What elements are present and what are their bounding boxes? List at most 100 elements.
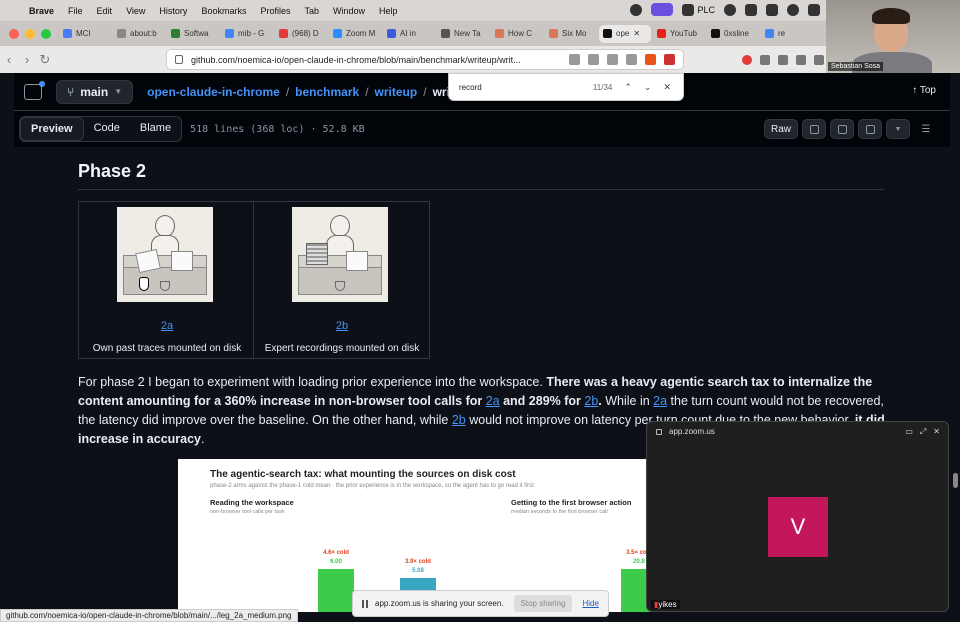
branch-name: main xyxy=(80,84,109,99)
more-options-chevron-icon[interactable]: ▼ xyxy=(886,119,910,139)
menu-edit[interactable]: Edit xyxy=(90,6,120,16)
edit-pencil-icon[interactable] xyxy=(858,119,882,139)
browser-tab[interactable]: 0xsline xyxy=(707,25,759,43)
browser-tab[interactable]: re xyxy=(761,25,813,43)
browser-tab[interactable]: about:b xyxy=(113,25,165,43)
zoom-window-button[interactable] xyxy=(41,28,51,39)
close-window-button[interactable] xyxy=(9,28,19,39)
tab-favicon-icon xyxy=(63,29,72,38)
puzzle-icon[interactable] xyxy=(778,55,788,65)
webcam-person-hair xyxy=(872,8,910,24)
menu-window[interactable]: Window xyxy=(326,6,372,16)
record-extension-icon[interactable] xyxy=(742,55,752,65)
screen-share-icon[interactable] xyxy=(651,3,674,16)
copy-icon[interactable] xyxy=(802,119,826,139)
expand-icon[interactable]: ⤢ xyxy=(920,427,926,437)
breadcrumb-repo[interactable]: open-claude-in-chrome xyxy=(147,85,280,99)
bar-value-label: 6.00 xyxy=(330,559,342,565)
browser-tab[interactable]: Softwa xyxy=(167,25,219,43)
para-link-2a[interactable]: 2a xyxy=(486,394,500,408)
reload-icon[interactable]: ↻ xyxy=(36,52,54,68)
reader-icon[interactable] xyxy=(588,54,599,65)
sidebar-icon[interactable] xyxy=(796,55,806,65)
back-arrow-icon[interactable]: ‹ xyxy=(0,52,18,67)
close-icon[interactable]: ✕ xyxy=(933,427,940,437)
url-field[interactable]: github.com/noemica-io/open-claude-in-chr… xyxy=(166,49,684,70)
illustration-expert-recordings[interactable] xyxy=(292,207,388,302)
share-icon[interactable] xyxy=(626,54,637,65)
browser-tab[interactable]: Zoom M xyxy=(329,25,381,43)
brave-rewards-icon[interactable] xyxy=(664,54,675,65)
webcam-overlay: Sebastian Sosa xyxy=(826,0,960,73)
find-previous-icon[interactable]: ⌃ xyxy=(624,82,632,93)
menu-app-name[interactable]: Brave xyxy=(22,6,61,16)
extension-icon[interactable] xyxy=(760,55,770,65)
hide-share-bar-link[interactable]: Hide xyxy=(582,599,598,608)
wifi-icon[interactable] xyxy=(787,3,799,16)
control-center-icon[interactable] xyxy=(766,3,778,16)
menu-tab[interactable]: Tab xyxy=(297,6,326,16)
breadcrumb-benchmark[interactable]: benchmark xyxy=(295,85,359,99)
desk-shield-figure xyxy=(335,281,345,291)
link-status-url: github.com/noemica-io/open-claude-in-chr… xyxy=(0,609,298,622)
dashboard-icon[interactable] xyxy=(745,3,757,16)
github-icon[interactable] xyxy=(724,3,736,16)
hand-cursor-icon xyxy=(139,277,149,291)
brave-shields-icon[interactable] xyxy=(645,54,656,65)
browser-tab[interactable]: mib - G xyxy=(221,25,273,43)
browser-tab[interactable]: (968) D xyxy=(275,25,327,43)
find-next-icon[interactable]: ⌄ xyxy=(644,82,652,93)
illustration-own-traces[interactable] xyxy=(117,207,213,302)
browser-tab[interactable]: How C xyxy=(491,25,543,43)
shield-status[interactable]: PLC xyxy=(682,3,715,16)
tab-code[interactable]: Code xyxy=(84,117,130,141)
image-link-2a[interactable]: 2a xyxy=(79,320,255,332)
tab-preview[interactable]: Preview xyxy=(20,117,84,141)
cast-icon[interactable] xyxy=(569,54,580,65)
zoom-video-window[interactable]: app.zoom.us ▭ ⤢ ✕ V ▮yikes xyxy=(646,421,949,612)
menu-view[interactable]: View xyxy=(119,6,152,16)
close-tab-icon[interactable]: ✕ xyxy=(633,29,640,38)
image-link-2b[interactable]: 2b xyxy=(254,320,430,332)
file-tree-toggle-icon[interactable] xyxy=(24,80,45,100)
menu-history[interactable]: History xyxy=(152,6,194,16)
raw-button[interactable]: Raw xyxy=(763,119,798,139)
find-input[interactable]: record xyxy=(459,83,593,92)
pause-share-icon[interactable] xyxy=(362,599,368,608)
browser-tab[interactable]: ope ✕ xyxy=(599,24,651,43)
menu-file[interactable]: File xyxy=(61,6,90,16)
paper-figure xyxy=(346,251,368,271)
record-icon[interactable] xyxy=(630,3,643,16)
page-scrollbar[interactable] xyxy=(953,473,958,488)
forward-arrow-icon[interactable]: › xyxy=(18,52,36,67)
site-info-icon[interactable] xyxy=(175,55,183,64)
video-icon[interactable]: ▭ xyxy=(905,427,913,437)
browser-tab[interactable]: New Ta xyxy=(437,25,489,43)
para-link-2a[interactable]: 2a xyxy=(653,394,667,408)
find-close-icon[interactable]: ✕ xyxy=(663,82,671,93)
zoom-icon[interactable] xyxy=(607,54,618,65)
menu-profiles[interactable]: Profiles xyxy=(253,6,297,16)
branch-selector[interactable]: ⑂ main ▼ xyxy=(56,79,134,104)
minimize-window-button[interactable] xyxy=(25,28,35,39)
tab-blame[interactable]: Blame xyxy=(130,117,181,141)
tab-favicon-icon xyxy=(603,29,612,38)
battery-icon[interactable] xyxy=(808,3,820,16)
browser-tab[interactable]: Six Mo xyxy=(545,25,597,43)
top-link[interactable]: ↑ Top xyxy=(912,85,936,96)
outline-list-icon[interactable]: ☰ xyxy=(914,119,938,139)
browser-tab[interactable]: YouTub xyxy=(653,25,705,43)
menu-help[interactable]: Help xyxy=(372,6,405,16)
para-link-2b[interactable]: 2b xyxy=(584,394,598,408)
breadcrumb-writeup[interactable]: writeup xyxy=(375,85,418,99)
browser-tab[interactable]: MCI xyxy=(59,25,111,43)
browser-tab[interactable]: AI in xyxy=(383,25,435,43)
stop-sharing-button[interactable]: Stop sharing xyxy=(513,595,573,612)
download-icon[interactable] xyxy=(830,119,854,139)
para-link-2b[interactable]: 2b xyxy=(452,413,466,427)
tab-label: Six Mo xyxy=(562,29,587,38)
tab-list: MCI about:b Softwa mib - G (968) D Zoom M AI i… xyxy=(59,21,815,46)
menu-bookmarks[interactable]: Bookmarks xyxy=(194,6,253,16)
panel-title-first-action: Getting to the first browser action xyxy=(511,498,632,507)
wallet-icon[interactable] xyxy=(814,55,824,65)
